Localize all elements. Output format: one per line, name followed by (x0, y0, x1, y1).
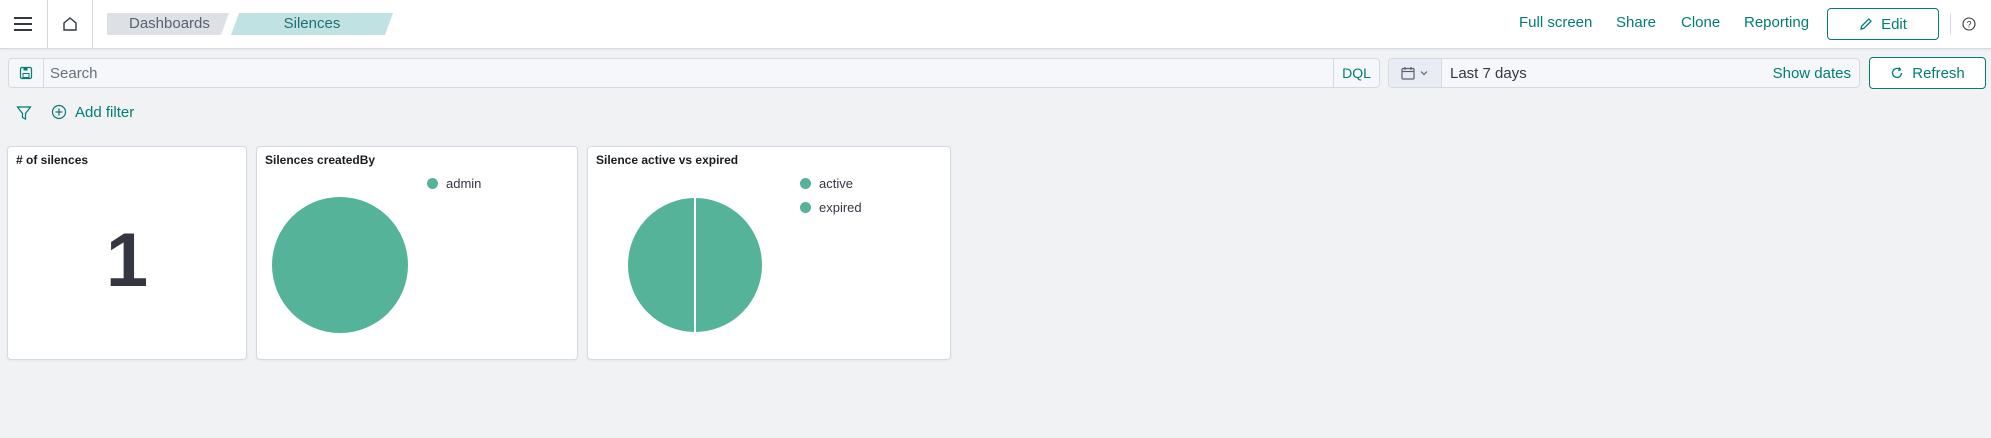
panel-title: Silence active vs expired (596, 153, 739, 167)
date-picker: Last 7 days Show dates (1442, 58, 1860, 88)
panel-title: Silences createdBy (265, 153, 376, 167)
clone-link[interactable]: Clone (1681, 14, 1720, 31)
save-icon (19, 66, 33, 80)
legend-dot (427, 177, 438, 189)
legend: active expired (800, 171, 862, 219)
pie-chart-created-by (272, 197, 408, 333)
legend-label: expired (819, 199, 862, 215)
saved-query-button[interactable] (8, 58, 44, 88)
refresh-icon (1892, 67, 1903, 79)
active-vs-expired-panel: Silence active vs expired active expired (587, 146, 951, 360)
pie-slice-admin[interactable] (272, 197, 408, 333)
date-range-value[interactable]: Last 7 days (1450, 65, 1527, 82)
panel-title: # of silences (16, 153, 89, 167)
metric-value: 1 (105, 218, 149, 303)
breadcrumb-dashboards[interactable]: Dashboards (107, 13, 229, 35)
add-filter-button[interactable]: Add filter (51, 102, 134, 122)
menu-icon[interactable] (0, 0, 46, 48)
breadcrumb-current: Silences overview (231, 13, 393, 35)
full-screen-link[interactable]: Full screen (1519, 14, 1592, 31)
edit-label: Edit (1881, 15, 1907, 33)
chevron-down-icon (1420, 71, 1428, 76)
pie-slice-active[interactable] (694, 196, 764, 334)
legend-item-active[interactable]: active (800, 171, 862, 195)
svg-text:?: ? (1966, 20, 1971, 30)
metric-panel: # of silences 1 (7, 146, 247, 360)
share-link[interactable]: Share (1616, 14, 1656, 31)
created-by-panel: Silences createdBy admin (256, 146, 578, 360)
show-dates-link[interactable]: Show dates (1773, 65, 1851, 82)
calendar-icon (1401, 67, 1415, 80)
pie-slice-expired[interactable] (626, 196, 696, 334)
legend: admin (427, 171, 481, 195)
reporting-link[interactable]: Reporting (1744, 14, 1809, 31)
top-nav-bar: Dashboards Silences overview Full screen… (0, 0, 1991, 49)
plus-circle-icon (51, 104, 67, 120)
legend-label: active (819, 175, 853, 191)
search-field (44, 58, 1334, 88)
query-language-button[interactable]: DQL (1334, 58, 1380, 88)
legend-dot (800, 201, 811, 213)
pencil-icon (1860, 18, 1872, 30)
edit-button[interactable]: Edit (1827, 8, 1939, 40)
refresh-button[interactable]: Refresh (1869, 57, 1986, 89)
filter-icon[interactable] (15, 104, 33, 122)
add-filter-label: Add filter (75, 103, 135, 121)
quick-date-menu-button[interactable] (1388, 58, 1442, 88)
help-icon[interactable]: ? (1950, 14, 1978, 34)
legend-dot (800, 177, 811, 189)
legend-item-expired[interactable]: expired (800, 195, 862, 219)
legend-item-admin[interactable]: admin (427, 171, 481, 195)
refresh-label: Refresh (1912, 64, 1965, 82)
home-icon[interactable] (47, 0, 93, 48)
legend-label: admin (446, 175, 482, 191)
search-input[interactable] (50, 59, 1330, 87)
pie-chart-active-expired (626, 196, 764, 334)
